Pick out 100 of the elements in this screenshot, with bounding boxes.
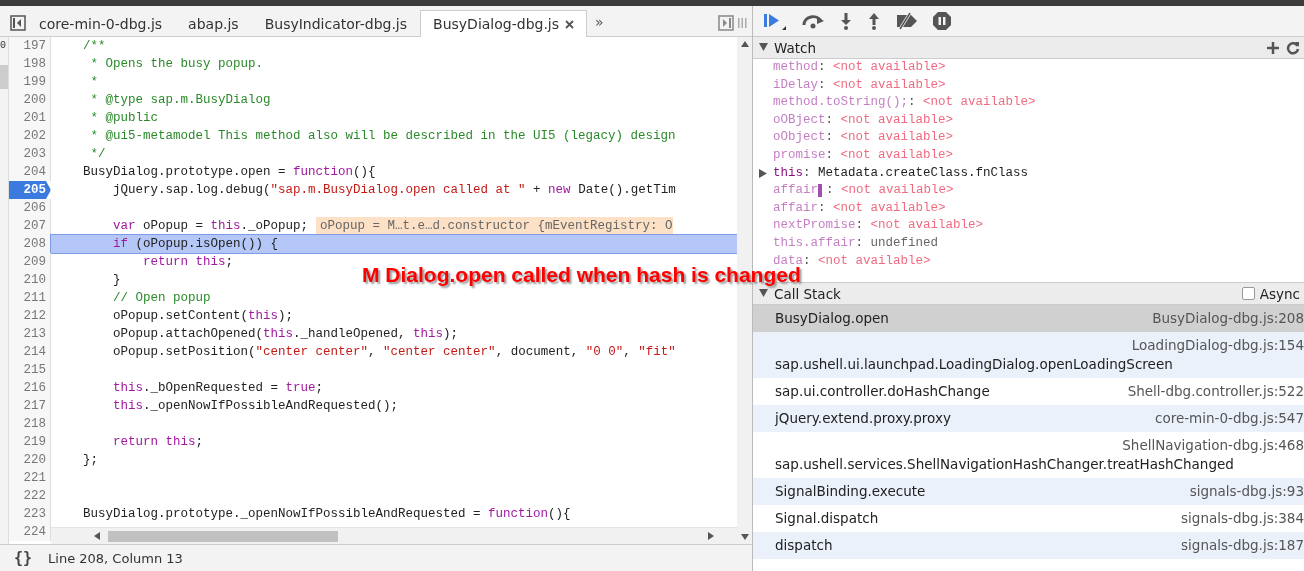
line-number: 201 <box>9 109 51 127</box>
stack-frame-function[interactable]: sap.ushell.services.ShellNavigationHashChanger.treatHashChanged <box>775 455 1234 474</box>
stack-frame-function[interactable]: jQuery.extend.proxy.proxy <box>775 409 951 428</box>
step-into-icon[interactable] <box>839 12 853 30</box>
stack-frame-location[interactable]: signals-dbg.js:187 <box>1091 536 1304 555</box>
line-number: 208 <box>9 235 51 253</box>
expand-triangle-icon[interactable] <box>759 42 768 53</box>
expand-triangle-icon[interactable] <box>759 168 767 178</box>
code-line: this._openNowIfPossibleAndRequested(); <box>112 398 399 415</box>
watch-expression[interactable]: iDelay: <not available> <box>753 76 1304 95</box>
code-line: return this; <box>112 434 204 451</box>
file-tab[interactable]: abap.js <box>175 10 252 36</box>
scroll-right-icon[interactable] <box>708 532 715 540</box>
watch-expression[interactable]: affair: <not available> <box>753 199 1304 218</box>
watch-expression[interactable]: oObject: <not available> <box>753 129 1304 147</box>
add-icon[interactable] <box>1266 40 1280 55</box>
step-out-icon[interactable] <box>867 12 881 30</box>
stack-frame-function[interactable]: Signal.dispatch <box>775 509 879 528</box>
stack-frame-function[interactable]: BusyDialog.open <box>775 309 889 328</box>
stack-frame-location[interactable]: Shell-dbg.controller.js:522 <box>1037 382 1304 401</box>
line-number: 199 <box>9 73 51 91</box>
stack-frame-function[interactable]: dispatch <box>775 536 833 555</box>
async-checkbox[interactable] <box>1241 287 1255 300</box>
stack-frame-function[interactable]: SignalBinding.execute <box>775 482 926 501</box>
file-tab[interactable]: BusyDialog-dbg.js <box>420 10 588 37</box>
code-line: * Opens the busy popup. <box>89 56 264 73</box>
watch-expression[interactable]: this: Metadata.createClass.fnClass <box>753 164 1304 183</box>
annotation-text: M Dialog.open called when hash is changed <box>362 263 801 287</box>
code-line: * @public <box>89 110 159 127</box>
expand-triangle-icon[interactable] <box>759 288 768 299</box>
refresh-icon[interactable] <box>1286 40 1300 55</box>
pretty-print-icon[interactable]: {} <box>14 549 33 567</box>
stack-frame-location[interactable]: signals-dbg.js:384 <box>1091 509 1304 528</box>
stack-frame-function[interactable]: sap.ushell.ui.launchpad.LoadingDialog.openLoadingScreen <box>775 355 1173 374</box>
cursor-position: Line 208, Column 13 <box>48 550 183 566</box>
line-number: 216 <box>9 379 51 397</box>
line-number: 219 <box>9 433 51 451</box>
line-number: 0 <box>0 39 7 53</box>
line-number: 222 <box>9 487 51 505</box>
code-line: * <box>89 74 98 91</box>
step-over-icon[interactable] <box>801 12 825 30</box>
watch-expression[interactable]: method.toString();: <not available> <box>753 94 1304 112</box>
stack-frame-location[interactable]: signals-dbg.js:93 <box>1099 482 1304 501</box>
code-line: BusyDialog.prototype._openNowIfPossibleAndRequested = function(){ <box>82 506 571 523</box>
stack-frame-function[interactable]: sap.ui.controller.doHashChange <box>775 382 990 401</box>
code-line: var oPopup = this._oPopup; <box>112 218 309 235</box>
watch-expression[interactable]: this.affair: undefined <box>753 234 1304 253</box>
line-number: 218 <box>9 415 51 433</box>
code-line: } <box>112 272 121 289</box>
breakpoint-marker[interactable]: 205 <box>9 181 51 199</box>
code-line: // Open popup <box>112 290 211 307</box>
watch-expression[interactable]: promise: <not available> <box>753 146 1304 165</box>
code-line: if (oPopup.isOpen()) { <box>112 236 279 253</box>
line-number: 206 <box>9 199 51 217</box>
watch-expression[interactable]: affair : <not available> <box>753 182 1304 200</box>
inline-value: oPopup = M…t.e…d.constructor {mEventRegistry: O <box>316 217 673 235</box>
line-number: 197 <box>9 37 51 55</box>
line-number: 214 <box>9 343 51 361</box>
line-number: 213 <box>9 325 51 343</box>
line-number: 200 <box>9 91 51 109</box>
line-number: 224 <box>9 523 51 541</box>
code-line: return this; <box>142 254 234 271</box>
file-tab[interactable]: BusyIndicator-dbg.js <box>251 10 421 36</box>
code-line: }; <box>82 452 98 469</box>
line-number: 212 <box>9 307 51 325</box>
code-line: */ <box>89 146 106 163</box>
call-stack-header[interactable]: Call Stack <box>774 285 1236 302</box>
code-line: oPopup.attachOpened(this._handleOpened, this); <box>112 326 459 343</box>
scrollbar-thumb[interactable] <box>0 65 8 89</box>
watch-expression[interactable]: oOBject: <not available> <box>753 111 1304 130</box>
horizontal-scrollbar[interactable] <box>51 527 737 544</box>
code-line: /** <box>82 38 106 55</box>
stack-frame-location[interactable]: BusyDialog-dbg.js:208 <box>1062 309 1304 328</box>
stack-frame-location[interactable]: ShellNavigation-dbg.js:468 <box>1032 436 1304 455</box>
toggle-navigator-icon[interactable] <box>10 15 26 31</box>
line-number: 220 <box>9 451 51 469</box>
line-number: 207 <box>9 217 51 235</box>
code-line: jQuery.sap.log.debug("sap.m.BusyDialog.open called at " + new Date().getTim <box>112 182 676 199</box>
line-number: 202 <box>9 127 51 145</box>
stack-frame-location[interactable]: core-min-0-dbg.js:547 <box>1065 409 1304 428</box>
line-number: 215 <box>9 361 51 379</box>
close-icon[interactable] <box>565 19 575 29</box>
async-label: Async <box>1259 285 1300 302</box>
deactivate-breakpoints-icon[interactable] <box>895 12 919 30</box>
stack-frame-location[interactable]: LoadingDialog-dbg.js:154 <box>1041 336 1304 355</box>
line-number: 221 <box>9 469 51 487</box>
code-line: * @ui5-metamodel This method also will be described in the UI5 (legacy) design <box>89 128 676 145</box>
scroll-left-icon[interactable] <box>93 532 100 540</box>
code-line: oPopup.setPosition("center center", "center center", document, "0 0", "fit" <box>112 344 676 361</box>
more-tabs-button[interactable]: » <box>587 14 612 36</box>
watch-expression[interactable]: method: <not available> <box>753 59 1304 77</box>
line-number: 211 <box>9 289 51 307</box>
pause-on-exceptions-icon[interactable] <box>933 12 951 30</box>
watch-expression[interactable]: nextPromise: <not available> <box>753 217 1304 235</box>
line-number: 210 <box>9 271 51 289</box>
line-number: 217 <box>9 397 51 415</box>
toggle-sidebar-icon[interactable] <box>718 15 748 31</box>
line-number: 203 <box>9 145 51 163</box>
resume-icon[interactable] <box>763 11 787 31</box>
file-tab[interactable]: core-min-0-dbg.js <box>26 10 176 36</box>
